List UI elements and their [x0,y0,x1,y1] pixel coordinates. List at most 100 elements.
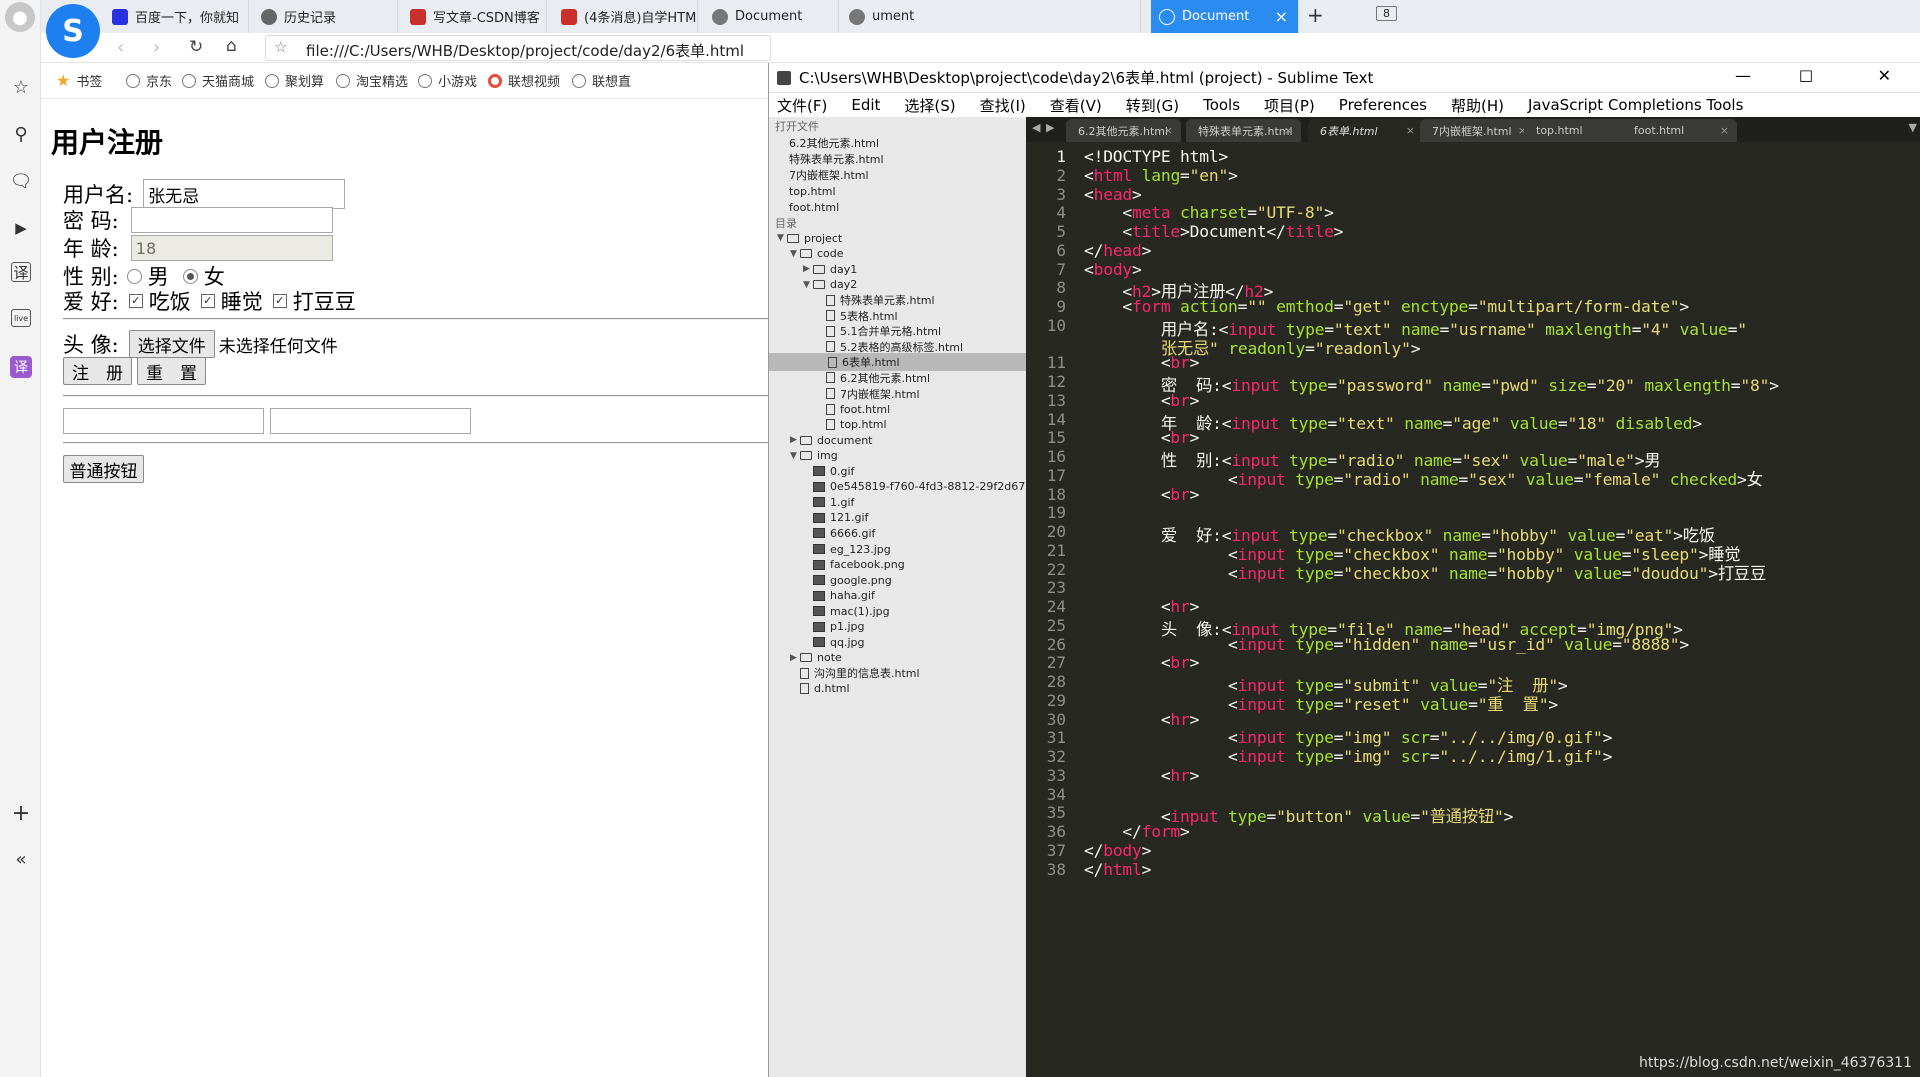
editor-tab[interactable]: 6表单.html × [1308,119,1423,142]
tab-count-badge[interactable]: 8 [1376,6,1397,21]
browser-tab[interactable]: ument [841,0,1141,33]
hobby-sleep-checkbox[interactable]: ✓ [200,294,215,308]
bookmark-item-taobao[interactable]: 淘宝精选 [336,71,408,90]
code-line: <br> [1084,353,1200,372]
chevron-down-icon[interactable]: ▼ [790,451,800,461]
live-icon[interactable]: live [11,309,31,327]
avatar[interactable]: ● [5,2,35,32]
browser-tab[interactable]: 百度一下，你就知 [104,0,249,33]
back-icon[interactable]: ‹ [117,37,124,58]
minimize-icon[interactable]: — [1735,66,1751,85]
close-tab-icon[interactable]: × [1284,124,1293,137]
chevron-right-icon[interactable]: ▶ [803,264,813,274]
tree-item[interactable]: d.html [790,680,850,698]
sex-female-radio[interactable] [182,268,198,284]
bookmark-item-jd[interactable]: 京东 [126,71,172,90]
close-tab-icon[interactable]: × [1164,124,1173,137]
image-input-0[interactable] [63,408,264,434]
editor-tab[interactable]: 特殊表单元素.html × [1186,119,1301,142]
code-editor[interactable]: <!DOCTYPE html> <html lang="en"> <head> <m… [1074,142,1920,1077]
sex-male-radio[interactable] [126,268,142,284]
browser-tab[interactable]: 历史记录 [253,0,398,33]
translate-icon[interactable]: 译 [11,262,31,282]
collapse-icon[interactable]: « [8,846,34,872]
chevron-down-icon[interactable]: ▼ [803,280,813,290]
line-number: 35 [1046,803,1066,823]
bookmark-item-lenovo-video[interactable]: 联想视频 [488,71,560,90]
close-icon[interactable]: ✕ [1878,66,1891,85]
code-text-token: < [1084,634,1238,654]
menu-item[interactable]: Preferences [1339,96,1427,114]
code-text-token: = [1730,376,1741,395]
menu-item[interactable]: 文件(F) [777,95,827,116]
code-text-token: = [1468,694,1478,714]
image-input-1[interactable] [270,408,471,434]
code-text-token: = [1468,297,1478,316]
maximize-icon[interactable]: □ [1799,66,1813,84]
bookmark-item-lenovo[interactable]: 联想直 [572,71,631,90]
chevron-right-icon[interactable]: ▶ [790,653,800,663]
video-icon[interactable]: ▶ [8,215,34,241]
editor-tab[interactable]: foot.html × [1622,119,1737,142]
chevron-down-icon[interactable]: ▼ [777,233,787,243]
reload-icon[interactable]: ↻ [189,37,203,57]
bookmark-item-tmall[interactable]: 天猫商城 [182,71,254,90]
code-text-token: > [1503,807,1514,827]
editor-tab[interactable]: 7内嵌框架.html × [1420,119,1535,142]
close-tab-icon[interactable]: × [1406,124,1415,137]
hobby-doudou-checkbox[interactable]: ✓ [272,294,287,308]
close-tab-icon[interactable]: × [1720,124,1729,137]
code-attr-token: value [1410,694,1469,714]
reset-button[interactable]: 重 置 [137,357,206,385]
tab-menu-icon[interactable]: ▼ [1909,121,1917,134]
code-tag-token: br [1170,428,1190,448]
home-icon[interactable]: ⌂ [226,36,237,56]
browser-tab[interactable]: (4条消息)自学HTM [553,0,698,33]
chevron-right-icon[interactable]: ▶ [790,435,800,445]
address-text[interactable]: file:///C:/Users/WHB/Desktop/project/cod… [306,40,744,60]
chat-icon[interactable]: 🗨 [8,168,34,194]
search-icon[interactable]: ⚲ [8,121,34,147]
editor-tab[interactable]: 6.2其他元素.html × [1066,119,1181,142]
menu-item[interactable]: 选择(S) [904,95,955,116]
hobby-eat-checkbox[interactable]: ✓ [128,294,143,308]
file-icon [826,403,835,415]
browser-tab[interactable]: Document [704,0,839,33]
code-text-token: = [1333,728,1344,748]
submit-button[interactable]: 注 册 [63,357,132,385]
choose-file-button[interactable]: 选择文件 [128,330,215,358]
translate-purple-icon[interactable]: 译 [10,356,32,378]
new-tab-button[interactable]: + [1307,3,1324,27]
password-input[interactable] [130,207,333,233]
code-text-token: < [1084,203,1133,223]
plus-icon[interactable]: + [8,800,34,826]
code-text-token: < [1084,597,1171,616]
editor-tab-label: 7内嵌框架.html [1432,124,1512,138]
address-bar[interactable]: ☆ file:///C:/Users/WHB/Desktop/project/c… [265,35,771,61]
bookmark-item-bookmarks[interactable]: ★ 书签 [56,71,102,90]
star-icon[interactable]: ☆ [8,74,34,100]
tab-scroll-left-icon[interactable]: ◀ [1032,121,1040,134]
bookmark-item-games[interactable]: 小游戏 [418,71,477,90]
menu-item[interactable]: 转到(G) [1126,95,1179,116]
menu-item[interactable]: Edit [851,96,880,114]
menu-item[interactable]: 查找(I) [980,95,1026,116]
menu-item[interactable]: Tools [1203,96,1240,114]
plain-button[interactable]: 普通按钮 [63,455,144,483]
forward-icon[interactable]: › [153,37,160,58]
menu-item[interactable]: 帮助(H) [1451,95,1504,116]
code-string-token: "hobby" [1496,563,1565,583]
chevron-down-icon[interactable]: ▼ [790,249,800,259]
menu-item[interactable]: 查看(V) [1050,95,1102,116]
menu-item[interactable]: JavaScript Completions Tools [1528,96,1743,114]
browser-tab[interactable]: 写文章-CSDN博客 [402,0,547,33]
browser-tab[interactable]: Document × [1151,0,1299,33]
code-text-token: <!DOCTYPE html> [1084,147,1229,166]
tab-scroll-right-icon[interactable]: ▶ [1046,121,1054,134]
code-text-token: </ [1084,240,1104,260]
menu-item[interactable]: 项目(P) [1264,95,1315,116]
bookmark-item-juhuasuan[interactable]: 聚划算 [265,71,324,90]
close-tab-icon[interactable]: × [1275,7,1288,26]
bookmark-star-icon[interactable]: ☆ [274,38,287,56]
code-string-token: "" [1247,297,1267,316]
